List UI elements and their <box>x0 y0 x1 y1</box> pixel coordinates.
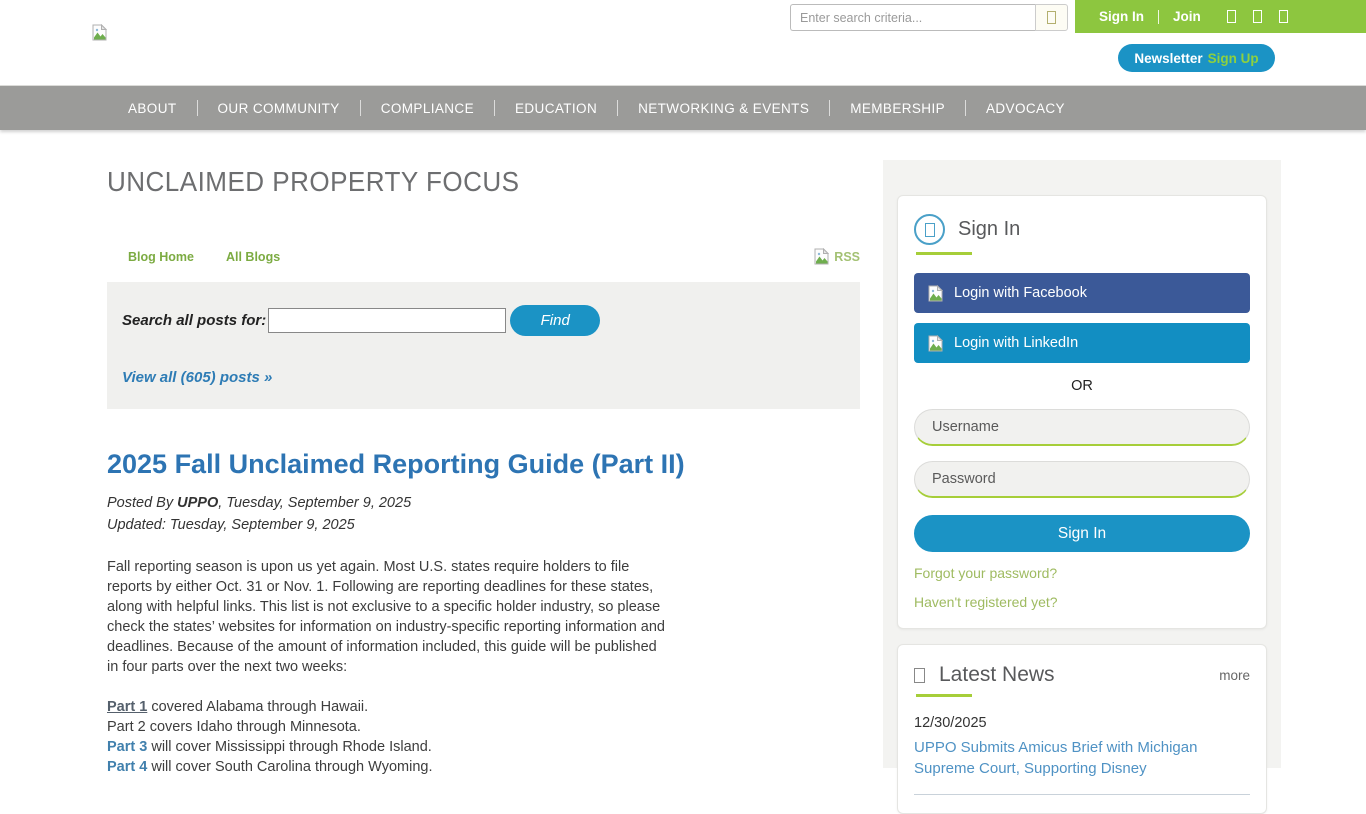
part-4-link[interactable]: Part 4 <box>107 759 147 775</box>
sign-in-lock-icon <box>914 214 945 245</box>
part-line-1: Part 1 covered Alabama through Hawaii. <box>107 697 860 717</box>
posted-by-prefix: Posted By <box>107 495 177 511</box>
accent-underline <box>916 252 972 255</box>
account-bar: Sign In Join <box>1075 0 1366 33</box>
blog-post: 2025 Fall Unclaimed Reporting Guide (Par… <box>107 449 860 777</box>
part-line-3: Part 3 will cover Mississippi through Rh… <box>107 737 860 757</box>
page-title: UNCLAIMED PROPERTY FOCUS <box>107 166 807 198</box>
blog-home-link[interactable]: Blog Home <box>128 250 194 264</box>
part-1-text: covered Alabama through Hawaii. <box>147 699 368 715</box>
header-search-button[interactable] <box>1035 4 1068 31</box>
rss-broken-image-icon <box>814 248 829 265</box>
login-facebook-label: Login with Facebook <box>954 285 1087 301</box>
post-title[interactable]: 2025 Fall Unclaimed Reporting Guide (Par… <box>107 449 860 480</box>
facebook-broken-image-icon <box>928 285 943 302</box>
news-icon <box>914 668 925 683</box>
social-icon-2[interactable] <box>1253 10 1262 23</box>
part-4-text: will cover South Carolina through Wyomin… <box>147 759 432 775</box>
part-2-text: covers Idaho through Minnesota. <box>146 719 361 735</box>
forgot-password-link[interactable]: Forgot your password? <box>914 565 1250 581</box>
newsletter-label: Newsletter <box>1134 51 1202 66</box>
divider <box>914 794 1250 795</box>
rss-link[interactable]: RSS <box>814 248 860 265</box>
blog-search-section: Search all posts for: Find View all (605… <box>107 282 860 409</box>
part-line-2: Part 2 covers Idaho through Minnesota. <box>107 717 860 737</box>
accent-underline <box>916 694 972 697</box>
post-body: Fall reporting season is upon us yet aga… <box>107 557 672 677</box>
part-1-link[interactable]: Part 1 <box>107 699 147 715</box>
view-all-posts-link[interactable]: View all (605) posts » <box>122 369 272 386</box>
post-author: UPPO <box>177 495 218 511</box>
part-3-text: will cover Mississippi through Rhode Isl… <box>147 739 432 755</box>
newsletter-action: Sign Up <box>1208 51 1259 66</box>
post-parts-list: Part 1 covered Alabama through Hawaii. P… <box>107 697 860 777</box>
nav-item-networking-events[interactable]: NETWORKING & EVENTS <box>618 101 829 116</box>
social-icons <box>1227 10 1288 23</box>
main-nav: ABOUT OUR COMMUNITY COMPLIANCE EDUCATION… <box>0 86 1366 130</box>
sign-in-card-title: Sign In <box>958 218 1020 241</box>
login-linkedin-label: Login with LinkedIn <box>954 335 1078 351</box>
header-search-input[interactable] <box>790 4 1035 31</box>
social-icon-1[interactable] <box>1227 10 1236 23</box>
nav-item-compliance[interactable]: COMPLIANCE <box>361 101 494 116</box>
news-item-date: 12/30/2025 <box>914 715 1250 731</box>
password-field[interactable] <box>914 461 1250 498</box>
site-header: Sign In Join Newsletter Sign Up <box>0 0 1366 86</box>
nav-item-membership[interactable]: MEMBERSHIP <box>830 101 965 116</box>
join-link[interactable]: Join <box>1173 9 1201 24</box>
or-separator: OR <box>914 378 1250 394</box>
all-blogs-link[interactable]: All Blogs <box>226 250 280 264</box>
sign-in-card: Sign In Login with Facebook Login with L… <box>897 195 1267 629</box>
nav-item-our-community[interactable]: OUR COMMUNITY <box>198 101 360 116</box>
register-link[interactable]: Haven't registered yet? <box>914 594 1250 610</box>
post-byline: Posted By UPPO, Tuesday, September 9, 20… <box>107 495 860 511</box>
main-content: UNCLAIMED PROPERTY FOCUS Blog Home All B… <box>107 166 860 777</box>
news-item-link[interactable]: UPPO Submits Amicus Brief with Michigan … <box>914 737 1244 779</box>
nav-item-advocacy[interactable]: ADVOCACY <box>966 101 1085 116</box>
blog-links-row: Blog Home All Blogs RSS <box>107 248 860 265</box>
nav-item-education[interactable]: EDUCATION <box>495 101 617 116</box>
part-line-4: Part 4 will cover South Carolina through… <box>107 757 860 777</box>
blog-search-input[interactable] <box>268 308 506 333</box>
find-button[interactable]: Find <box>510 305 600 336</box>
blog-search-label: Search all posts for: <box>122 312 266 329</box>
sign-in-link[interactable]: Sign In <box>1099 9 1144 24</box>
latest-news-card: Latest News more 12/30/2025 UPPO Submits… <box>897 644 1267 814</box>
social-icon-3[interactable] <box>1279 10 1288 23</box>
news-more-link[interactable]: more <box>1219 668 1250 683</box>
post-updated: Updated: Tuesday, September 9, 2025 <box>107 517 860 533</box>
nav-item-about[interactable]: ABOUT <box>108 101 197 116</box>
part-3-link[interactable]: Part 3 <box>107 739 147 755</box>
login-facebook-button[interactable]: Login with Facebook <box>914 273 1250 313</box>
sidebar: Sign In Login with Facebook Login with L… <box>883 160 1281 768</box>
username-field[interactable] <box>914 409 1250 446</box>
post-date: , Tuesday, September 9, 2025 <box>218 495 411 511</box>
sign-in-submit-button[interactable]: Sign In <box>914 515 1250 552</box>
linkedin-broken-image-icon <box>928 335 943 352</box>
header-search <box>790 4 1068 31</box>
site-logo-broken-image-icon[interactable] <box>92 24 107 46</box>
search-icon <box>1047 11 1056 24</box>
part-2-label: Part 2 <box>107 719 146 735</box>
missing-glyph-icon <box>925 223 935 237</box>
login-linkedin-button[interactable]: Login with LinkedIn <box>914 323 1250 363</box>
rss-label: RSS <box>834 250 860 264</box>
latest-news-title: Latest News <box>939 663 1055 687</box>
divider <box>1158 10 1159 24</box>
newsletter-signup-button[interactable]: Newsletter Sign Up <box>1118 44 1275 72</box>
